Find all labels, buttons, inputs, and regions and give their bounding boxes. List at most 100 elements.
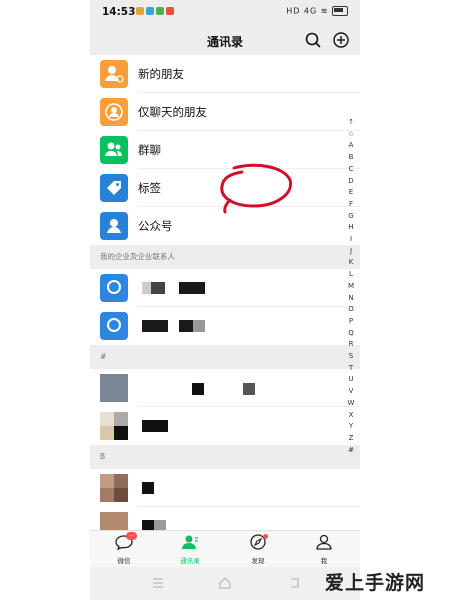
index-letter[interactable]: B (345, 152, 357, 164)
redacted-block (179, 282, 205, 294)
person-icon (316, 534, 332, 550)
tab-discover[interactable]: 发现 (238, 534, 278, 565)
index-letter[interactable]: # (345, 445, 357, 457)
section-header-hash: # (90, 345, 360, 369)
avatar (114, 426, 128, 440)
index-letter[interactable]: Y (345, 421, 357, 433)
index-letter[interactable]: P (345, 316, 357, 328)
redacted-block (192, 383, 204, 395)
list-item[interactable] (90, 269, 360, 307)
battery-icon (332, 6, 348, 16)
index-letter[interactable]: S (345, 351, 357, 363)
tab-me[interactable]: 我 (304, 534, 344, 565)
tab-contacts[interactable]: 通讯录 (170, 534, 210, 565)
section-header-enterprise: 我的企业及企业联系人 (90, 245, 360, 269)
list-item[interactable] (90, 369, 360, 407)
new-friends-row[interactable]: 新的朋友 (90, 55, 360, 93)
chat-only-friend-icon (100, 98, 128, 126)
redacted-block (151, 282, 165, 294)
watermark-text: 爱上手游网 (325, 572, 426, 594)
index-letter[interactable]: ↑ (345, 117, 357, 129)
status-time: 14:53 (102, 6, 136, 18)
index-letter[interactable]: F (345, 199, 357, 211)
unread-badge: ··· (126, 532, 137, 540)
bottom-tab-bar: ··· 微信 通讯录 发现 我 (90, 530, 360, 567)
redacted-block (142, 282, 151, 294)
back-icon[interactable] (288, 577, 300, 589)
row-label: 仅聊天的朋友 (138, 105, 207, 119)
index-letter[interactable]: H (345, 222, 357, 234)
index-letter[interactable]: A (345, 140, 357, 152)
avatar (114, 474, 128, 488)
chat-only-friends-row[interactable]: 仅聊天的朋友 (90, 93, 360, 131)
redacted-block (142, 420, 168, 432)
new-friend-icon (100, 60, 128, 88)
app-notification-icon (146, 7, 154, 15)
app-notification-icon (166, 7, 174, 15)
index-letter[interactable]: R (345, 339, 357, 351)
avatar (100, 374, 128, 402)
index-letter[interactable]: M (345, 281, 357, 293)
list-item[interactable] (90, 307, 360, 345)
tab-label: 微信 (117, 557, 131, 565)
index-letter[interactable]: Z (345, 433, 357, 445)
redacted-block (243, 383, 255, 395)
index-letter[interactable]: V (345, 386, 357, 398)
alphabet-index[interactable]: ↑ ☆ A B C D E F G H I J K L M N O P Q R … (345, 117, 357, 456)
index-letter[interactable]: E (345, 187, 357, 199)
section-header-b: B (90, 445, 360, 469)
contacts-list: 新的朋友 仅聊天的朋友 群聊 标签 公众号 我的企业及企业联系人 # B (90, 55, 360, 545)
redacted-block (142, 320, 168, 332)
avatar (114, 488, 128, 502)
index-letter[interactable]: D (345, 176, 357, 188)
index-letter[interactable]: X (345, 410, 357, 422)
system-nav-bar (90, 567, 360, 600)
index-letter[interactable]: I (345, 234, 357, 246)
avatar (100, 474, 114, 488)
search-icon[interactable] (304, 31, 322, 49)
official-account-icon (100, 212, 128, 240)
enterprise-avatar (100, 274, 128, 302)
index-letter[interactable]: J (345, 246, 357, 258)
row-label: 标签 (138, 181, 161, 195)
list-item[interactable] (90, 469, 360, 507)
tab-chats[interactable]: ··· 微信 (104, 532, 144, 565)
index-letter[interactable]: K (345, 257, 357, 269)
status-app-icons (136, 7, 174, 15)
header: 通讯录 (90, 26, 360, 56)
redacted-block (179, 320, 193, 332)
redacted-block (193, 320, 205, 332)
status-bar: 14:53 HD 4G ≋ (90, 0, 360, 26)
group-chat-icon (100, 136, 128, 164)
list-item[interactable] (90, 407, 360, 445)
phone-screen: 14:53 HD 4G ≋ 通讯录 新的朋友 仅聊天的朋友 群聊 标签 公众号 … (90, 0, 360, 600)
row-label: 公众号 (138, 219, 173, 233)
home-icon[interactable] (218, 577, 232, 589)
tab-label: 发现 (251, 557, 265, 565)
annotation-circle (220, 163, 292, 214)
index-letter[interactable]: N (345, 293, 357, 305)
redacted-block (142, 482, 154, 494)
enterprise-avatar (100, 312, 128, 340)
index-letter[interactable]: L (345, 269, 357, 281)
index-letter[interactable]: C (345, 164, 357, 176)
contacts-icon (182, 535, 198, 549)
plus-circle-icon[interactable] (332, 31, 350, 49)
index-letter[interactable]: G (345, 211, 357, 223)
index-letter[interactable]: Q (345, 328, 357, 340)
avatar (100, 488, 114, 502)
index-letter[interactable]: T (345, 363, 357, 375)
index-letter[interactable]: ☆ (345, 129, 357, 141)
app-notification-icon (136, 7, 144, 15)
row-label: 群聊 (138, 143, 161, 157)
index-letter[interactable]: W (345, 398, 357, 410)
menu-icon[interactable] (152, 578, 164, 588)
avatar (100, 426, 114, 440)
index-letter[interactable]: U (345, 374, 357, 386)
signal-indicators: HD 4G ≋ (286, 6, 329, 16)
tab-label: 通讯录 (180, 557, 200, 565)
app-notification-icon (156, 7, 164, 15)
index-letter[interactable]: O (345, 304, 357, 316)
tag-icon (100, 174, 128, 202)
avatar (100, 412, 114, 426)
